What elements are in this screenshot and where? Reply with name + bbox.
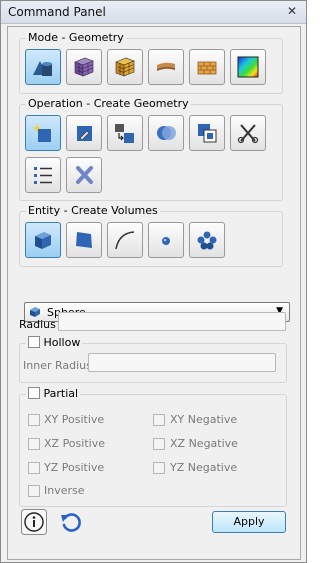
panel-body: Mode - Geometry Operation - Create Geome… (7, 26, 301, 560)
xz-positive-checkbox[interactable] (28, 438, 40, 450)
reset-button[interactable] (58, 509, 84, 535)
xy-negative-label: XY Negative (170, 413, 238, 426)
hollow-group: Hollow Inner Radius (19, 336, 287, 383)
yz-negative-label: YZ Negative (170, 461, 238, 474)
operation-group: Operation - Create Geometry (19, 97, 283, 201)
create-geometry-icon (32, 123, 51, 142)
yz-positive-checkbox[interactable] (28, 462, 40, 474)
material-button[interactable] (148, 49, 184, 85)
decompose-button[interactable] (230, 115, 266, 151)
xy-negative-checkbox[interactable] (153, 414, 165, 426)
entity-group-title: Entity - Create Volumes (26, 204, 160, 217)
mesh-mode-button[interactable] (66, 49, 102, 85)
inner-radius-input[interactable] (88, 353, 276, 372)
inner-radius-label: Inner Radius (23, 359, 92, 372)
modify-geometry-button[interactable] (66, 115, 102, 151)
boundary-conditions-button[interactable] (107, 49, 143, 85)
boolean-icon (157, 126, 176, 140)
close-icon[interactable]: ✕ (286, 5, 298, 17)
vertex-button[interactable] (148, 222, 184, 258)
title-bar[interactable]: Command Panel ✕ (1, 1, 306, 24)
inverse-label: Inverse (44, 484, 85, 497)
partial-label: Partial (43, 387, 79, 400)
info-button[interactable] (21, 509, 47, 535)
boundary-conditions-icon (115, 57, 135, 77)
group-button[interactable] (189, 222, 225, 258)
curve-icon (115, 231, 135, 250)
mode-group: Mode - Geometry (19, 31, 283, 94)
entity-group: Entity - Create Volumes (19, 204, 283, 267)
create-geometry-button[interactable] (25, 115, 61, 151)
volume-button[interactable] (25, 222, 61, 258)
yz-negative-checkbox[interactable] (153, 462, 165, 474)
transform-button[interactable] (107, 115, 143, 151)
volume-icon (30, 307, 40, 317)
transform-icon (115, 124, 134, 143)
blocks-button[interactable] (189, 49, 225, 85)
list-icon (34, 167, 52, 184)
xz-positive-label: XZ Positive (44, 437, 105, 450)
delete-button[interactable] (66, 157, 102, 193)
hollow-group-header: Hollow (26, 336, 83, 349)
material-icon (157, 62, 175, 71)
geometry-mode-icon (33, 61, 52, 76)
radius-input[interactable] (58, 312, 286, 331)
copy-icon (198, 124, 217, 143)
results-icon (237, 56, 259, 78)
yz-positive-label: YZ Positive (44, 461, 105, 474)
copy-button[interactable] (189, 115, 225, 151)
reset-icon (61, 513, 81, 532)
mesh-mode-icon (74, 57, 94, 77)
partial-group-header: Partial (26, 387, 81, 400)
inverse-checkbox[interactable] (28, 485, 40, 497)
xz-negative-checkbox[interactable] (153, 438, 165, 450)
surface-button[interactable] (66, 222, 102, 258)
vertex-icon (162, 237, 170, 245)
xy-positive-checkbox[interactable] (28, 414, 40, 426)
window-title: Command Panel (8, 5, 106, 19)
delete-icon (76, 166, 93, 184)
modify-geometry-icon (77, 126, 92, 141)
command-panel-window: Command Panel ✕ Mode - Geometry Operatio… (0, 0, 307, 563)
group-icon (197, 231, 217, 250)
partial-checkbox[interactable] (28, 387, 40, 399)
volume-icon (35, 232, 51, 249)
list-button[interactable] (25, 157, 61, 193)
mode-group-title: Mode - Geometry (26, 31, 126, 44)
info-icon (21, 509, 47, 535)
curve-button[interactable] (107, 222, 143, 258)
xy-positive-label: XY Positive (44, 413, 105, 426)
apply-button[interactable]: Apply (212, 511, 286, 533)
decompose-icon (237, 124, 259, 144)
partial-group: Partial XY Positive XY Negative XZ Posit… (19, 387, 287, 507)
surface-icon (76, 232, 92, 248)
blocks-icon (197, 61, 217, 75)
radius-label: Radius (19, 318, 56, 331)
hollow-checkbox[interactable] (28, 336, 40, 348)
results-button[interactable] (230, 49, 266, 85)
boolean-button[interactable] (148, 115, 184, 151)
hollow-label: Hollow (43, 336, 81, 349)
operation-group-title: Operation - Create Geometry (26, 97, 191, 110)
xz-negative-label: XZ Negative (170, 437, 238, 450)
geometry-mode-button[interactable] (25, 49, 61, 85)
